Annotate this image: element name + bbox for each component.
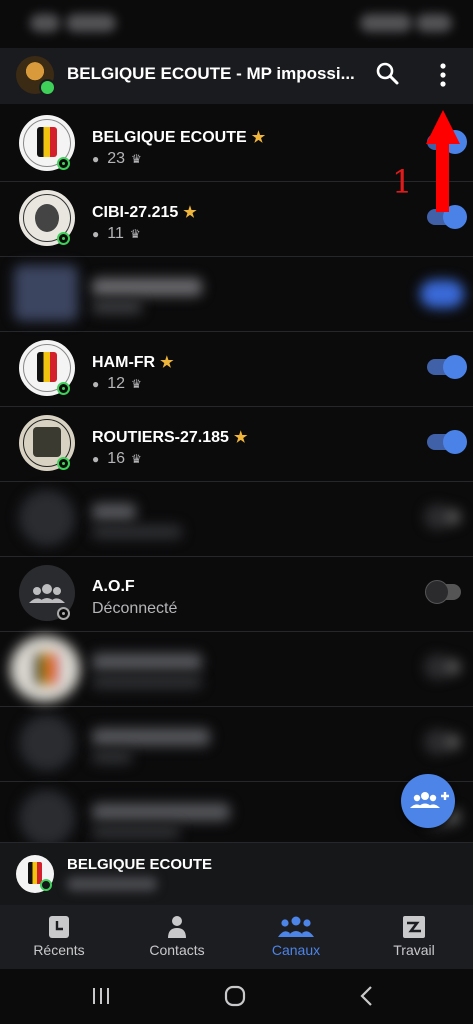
channel-name: ROUTIERS-27.185 ★ <box>92 429 248 446</box>
crown-icon: ♛ <box>131 452 142 466</box>
channel-toggle[interactable] <box>425 505 461 529</box>
channel-name: HAM-FR ★ <box>92 354 174 371</box>
channel-toggle[interactable] <box>420 280 464 308</box>
recent-apps-icon[interactable] <box>86 983 116 1009</box>
person-icon: ● <box>92 377 100 391</box>
bottom-tab-bar: Récents Contacts Canaux Travail <box>0 905 473 969</box>
channel-status: Déconnecté <box>92 600 178 617</box>
crown-icon: ♛ <box>131 377 142 391</box>
status-badge <box>57 607 70 620</box>
list-item[interactable]: ROUTIERS-27.185 ★ ● 16 ♛ <box>0 406 473 482</box>
tab-work[interactable]: Travail <box>355 905 473 969</box>
list-item[interactable] <box>0 481 473 557</box>
channel-users <box>92 525 182 539</box>
channel-name <box>92 728 210 746</box>
person-icon: ● <box>92 152 100 166</box>
channel-avatar <box>14 265 78 321</box>
app-bar: BELGIQUE ECOUTE - MP impossi... <box>0 48 473 104</box>
channel-toggle[interactable] <box>425 655 461 679</box>
contact-icon <box>168 916 186 938</box>
channel-name: BELGIQUE ECOUTE ★ <box>92 129 266 146</box>
tab-label: Contacts <box>149 942 205 958</box>
now-playing-subtitle <box>67 877 157 891</box>
channel-name <box>92 803 230 821</box>
channel-list[interactable]: BELGIQUE ECOUTE ★ ● 23 ♛ CIBI-27.215 ★ ● 11 ♛ … <box>0 106 473 842</box>
user-avatar[interactable] <box>16 56 56 96</box>
list-item[interactable]: HAM-FR ★ ● 12 ♛ <box>0 331 473 407</box>
add-group-button[interactable] <box>401 774 455 828</box>
now-playing-bar[interactable]: BELGIQUE ECOUTE <box>0 842 473 905</box>
channel-name <box>92 278 202 296</box>
channels-icon <box>278 916 314 937</box>
home-icon[interactable] <box>220 983 250 1009</box>
star-icon: ★ <box>160 354 174 371</box>
now-playing-title: BELGIQUE ECOUTE <box>67 856 213 873</box>
channel-users: ● 23 ♛ <box>92 150 142 167</box>
system-nav-bar <box>0 969 473 1024</box>
status-blur <box>416 14 452 32</box>
person-icon: ● <box>92 452 100 466</box>
status-badge <box>57 457 70 470</box>
channel-avatar <box>19 790 75 842</box>
tab-recents[interactable]: Récents <box>0 905 118 969</box>
channel-name: CIBI-27.215 ★ <box>92 204 197 221</box>
status-blur <box>66 14 116 32</box>
annotation-arrow-shaft <box>436 142 449 212</box>
star-icon: ★ <box>183 204 197 221</box>
status-badge <box>40 879 52 891</box>
channel-toggle[interactable] <box>427 355 467 379</box>
work-icon <box>403 916 425 938</box>
annotation-arrow-head <box>426 110 460 144</box>
channel-users: ● 12 ♛ <box>92 375 142 392</box>
page-title: BELGIQUE ECOUTE - MP impossi... <box>67 64 355 83</box>
tab-label: Récents <box>33 942 85 958</box>
channel-toggle[interactable] <box>427 430 467 454</box>
list-item[interactable] <box>0 706 473 782</box>
channel-users <box>92 675 202 689</box>
status-bar <box>0 0 473 48</box>
tab-label: Canaux <box>271 942 321 958</box>
tab-channels[interactable]: Canaux <box>237 905 355 969</box>
annotation-number: 1 <box>392 163 413 201</box>
channel-avatar <box>19 715 75 771</box>
channel-users <box>92 300 142 314</box>
channel-name <box>92 503 136 521</box>
crown-icon: ♛ <box>131 152 142 166</box>
search-icon[interactable] <box>374 60 402 88</box>
back-icon[interactable] <box>352 983 382 1009</box>
tab-contacts[interactable]: Contacts <box>118 905 236 969</box>
star-icon: ★ <box>251 129 266 146</box>
recents-icon <box>49 916 69 938</box>
channel-name: A.O.F <box>92 578 135 595</box>
crown-icon: ♛ <box>129 227 141 241</box>
channel-users <box>92 750 132 764</box>
channel-toggle[interactable] <box>425 580 461 604</box>
channel-avatar <box>10 636 80 702</box>
status-badge <box>57 157 70 170</box>
channel-avatar <box>19 490 75 546</box>
more-vert-icon[interactable] <box>430 60 456 90</box>
channel-users: ● 16 ♛ <box>92 450 142 467</box>
person-icon: ● <box>92 227 100 241</box>
tab-label: Travail <box>393 942 435 958</box>
status-blur <box>30 14 60 32</box>
status-badge <box>57 382 70 395</box>
channel-name <box>92 653 202 671</box>
group-add-icon <box>410 792 449 808</box>
online-dot <box>39 79 56 96</box>
list-item[interactable]: A.O.F Déconnecté <box>0 556 473 632</box>
list-item[interactable] <box>0 631 473 707</box>
channel-users <box>92 825 180 839</box>
status-badge <box>57 232 70 245</box>
channel-users: ● 11 ♛ <box>92 225 141 242</box>
channel-toggle[interactable] <box>425 730 461 754</box>
star-icon: ★ <box>233 429 248 446</box>
status-blur <box>360 14 412 32</box>
list-item[interactable] <box>0 256 473 332</box>
